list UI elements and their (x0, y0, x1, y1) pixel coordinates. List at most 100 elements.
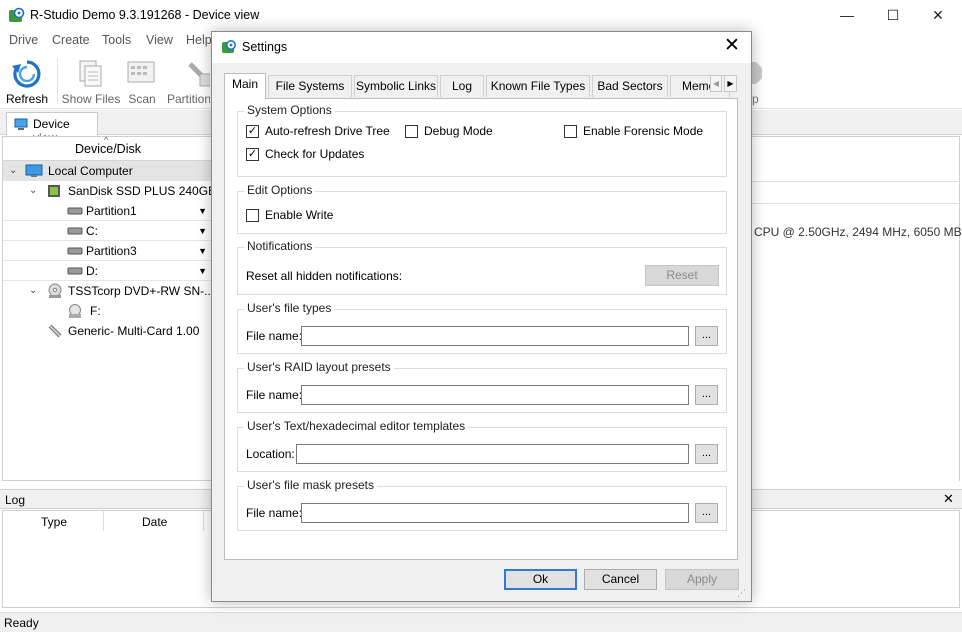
log-column-date[interactable]: Date (142, 515, 167, 529)
properties-divider (752, 181, 960, 182)
close-button[interactable]: ✕ (915, 0, 961, 31)
tab-known-file-types[interactable]: Known File Types (486, 75, 590, 97)
check-mark-icon: ✓ (247, 148, 258, 160)
enable-write-label[interactable]: Enable Write (265, 208, 333, 222)
device-properties-pane: CPU @ 2.50GHz, 2494 MHz, 6050 MB... (752, 136, 962, 481)
notifications-group: Notifications Reset all hidden notificat… (237, 239, 727, 295)
settings-dialog: Settings ✕ Main File Systems Symbolic Li… (211, 31, 752, 602)
tab-file-systems[interactable]: File Systems (268, 75, 352, 97)
tab-scroll-left-icon[interactable]: ◀ (710, 75, 722, 92)
column-divider (103, 511, 104, 531)
menu-view[interactable]: View (146, 33, 173, 47)
settings-close-icon[interactable]: ✕ (724, 36, 740, 56)
tree-item-label: Partition3 (86, 244, 137, 258)
file-types-input[interactable] (301, 326, 689, 346)
editor-templates-browse-button[interactable]: ... (695, 444, 718, 464)
log-close-icon[interactable]: ✕ (943, 491, 954, 507)
properties-divider (752, 203, 960, 204)
tab-scroll-right-icon[interactable]: ▶ (724, 75, 737, 92)
check-updates-checkbox[interactable]: ✓ (246, 148, 259, 161)
log-title: Log (5, 493, 26, 507)
tree-item-f-drive[interactable]: F: (3, 301, 213, 321)
device-tree-header[interactable]: Device/Disk ^ (3, 135, 213, 161)
settings-icon (221, 39, 237, 55)
status-bar: Ready (0, 612, 962, 632)
file-types-label: File name: (246, 329, 303, 343)
menu-help[interactable]: Help (186, 33, 212, 47)
mask-presets-title: User's file mask presets (244, 478, 377, 492)
editor-templates-group: User's Text/hexadecimal editor templates… (237, 419, 727, 472)
app-title: R-Studio Demo 9.3.191268 - Device view (30, 8, 260, 22)
reset-button[interactable]: Reset (645, 265, 719, 286)
dropdown-arrow-icon[interactable]: ▼ (198, 221, 207, 241)
expand-icon[interactable]: ⌄ (29, 281, 37, 301)
main-tab-panel: System Options ✓ Auto-refresh Drive Tree… (224, 98, 738, 560)
tree-item-label: Local Computer (48, 164, 133, 178)
tree-item-label: Generic- Multi-Card 1.00 (68, 324, 200, 338)
tab-main[interactable]: Main (224, 73, 266, 99)
refresh-icon (12, 60, 41, 88)
tab-log[interactable]: Log (440, 75, 484, 97)
tree-item-tsstcorp-dvd[interactable]: ⌄ TSSTcorp DVD+-RW SN-... (3, 281, 215, 301)
editor-templates-label: Location: (246, 447, 295, 461)
tree-item-partition3[interactable]: Partition3 ▼ (3, 241, 213, 261)
check-updates-label[interactable]: Check for Updates (265, 147, 364, 161)
enable-write-checkbox[interactable] (246, 209, 259, 222)
tree-item-partition1[interactable]: Partition1 ▼ (3, 201, 213, 221)
tree-item-c-drive[interactable]: C: ▼ (3, 221, 213, 241)
menu-drive[interactable]: Drive (9, 33, 38, 47)
tree-item-sandisk-ssd[interactable]: ⌄ SanDisk SSD PLUS 240GB... (3, 181, 226, 201)
partition-label: Partition s (167, 92, 210, 106)
partition-search-button[interactable]: Partition s (160, 56, 210, 106)
forensic-mode-label[interactable]: Enable Forensic Mode (583, 124, 703, 138)
minimize-button[interactable]: — (824, 0, 870, 31)
auto-refresh-checkbox[interactable]: ✓ (246, 125, 259, 138)
log-column-type[interactable]: Type (41, 515, 67, 529)
file-types-group: User's file types File name: ... (237, 301, 727, 354)
mask-presets-group: User's file mask presets File name: ... (237, 478, 727, 531)
tree-item-local-computer[interactable]: ⌄ Local Computer (3, 161, 213, 181)
file-types-title: User's file types (244, 301, 335, 315)
notifications-title: Notifications (244, 239, 316, 253)
device-view-tab[interactable]: Device view (6, 112, 98, 145)
cancel-button[interactable]: Cancel (584, 569, 657, 590)
mask-presets-browse-button[interactable]: ... (695, 503, 718, 523)
raid-presets-label: File name: (246, 388, 303, 402)
partition-drive-icon (67, 207, 83, 215)
raid-presets-browse-button[interactable]: ... (695, 385, 718, 405)
dropdown-arrow-icon[interactable]: ▼ (198, 261, 207, 281)
auto-refresh-label[interactable]: Auto-refresh Drive Tree (265, 124, 390, 138)
debug-mode-checkbox[interactable] (405, 125, 418, 138)
expand-icon[interactable]: ⌄ (29, 181, 37, 201)
expand-icon[interactable]: ⌄ (9, 161, 17, 181)
editor-templates-input[interactable] (296, 444, 689, 464)
mask-presets-input[interactable] (301, 503, 689, 523)
refresh-label: Refresh (5, 92, 49, 106)
menu-tools[interactable]: Tools (102, 33, 131, 47)
debug-mode-label[interactable]: Debug Mode (424, 124, 493, 138)
tree-item-label: TSSTcorp DVD+-RW SN-... (68, 284, 215, 298)
dropdown-arrow-icon[interactable]: ▼ (198, 241, 207, 261)
tree-item-multi-card[interactable]: Generic- Multi-Card 1.00 (3, 321, 213, 341)
status-text: Ready (4, 616, 39, 630)
apply-button[interactable]: Apply (665, 569, 739, 590)
scan-icon (127, 61, 155, 83)
maximize-button[interactable]: ☐ (870, 0, 916, 31)
raid-presets-input[interactable] (301, 385, 689, 405)
ok-button[interactable]: Ok (504, 569, 577, 590)
tab-bad-sectors[interactable]: Bad Sectors (592, 75, 668, 97)
resize-grip-icon[interactable]: ⋰ (737, 588, 746, 599)
menu-create[interactable]: Create (52, 33, 90, 47)
tree-item-d-drive[interactable]: D: ▼ (3, 261, 213, 281)
dropdown-arrow-icon[interactable]: ▼ (198, 201, 207, 221)
file-types-browse-button[interactable]: ... (695, 326, 718, 346)
cd-drive-icon (69, 304, 81, 318)
refresh-button[interactable]: Refresh (0, 56, 57, 106)
tab-symbolic-links[interactable]: Symbolic Links (354, 75, 438, 97)
edit-options-group: Edit Options Enable Write (237, 183, 727, 234)
reset-notifications-label: Reset all hidden notifications: (246, 269, 403, 283)
partition-drive-icon (67, 267, 83, 275)
edit-options-title: Edit Options (244, 183, 316, 197)
forensic-mode-checkbox[interactable] (564, 125, 577, 138)
app-icon (8, 7, 25, 24)
